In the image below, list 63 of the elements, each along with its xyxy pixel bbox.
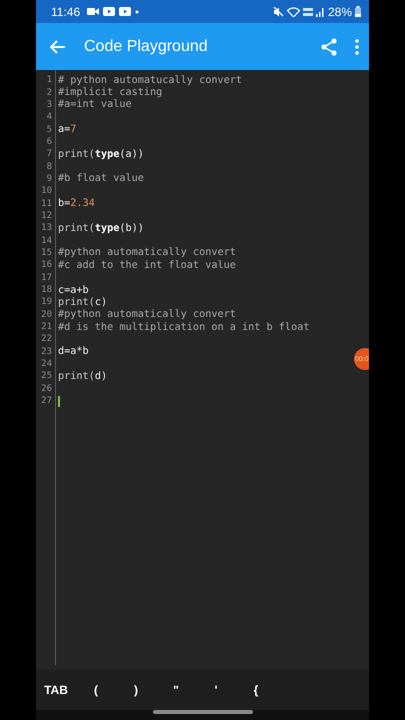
line-number: 12 <box>40 210 52 221</box>
wifi-icon <box>286 6 300 16</box>
code-line: #d is the multiplication on a int b float <box>58 322 310 333</box>
key-button[interactable]: ' <box>196 679 236 701</box>
play-icon <box>119 7 132 16</box>
line-number: 2 <box>46 88 52 98</box>
line-number: 3 <box>46 100 52 110</box>
line-number: 4 <box>46 112 52 122</box>
line-number: 22 <box>40 334 52 344</box>
line-number: 18 <box>40 285 52 296</box>
code-line: print(type(b)) <box>58 222 144 234</box>
line-number: 17 <box>40 272 52 283</box>
line-number: 20 <box>40 310 52 320</box>
code-line: #a=int value <box>58 99 132 110</box>
share-button[interactable] <box>321 38 337 56</box>
line-number: 8 <box>46 162 52 172</box>
line-number: 11 <box>40 198 52 209</box>
key-button[interactable]: TAB <box>36 679 76 701</box>
code-line: #c add to the int float value <box>58 260 236 271</box>
code-line: c=a+b <box>58 284 89 296</box>
code-line: #python automatically convert <box>58 309 236 320</box>
code-line: #python automatically convert <box>58 247 236 258</box>
status-time: 11:46 <box>51 4 80 18</box>
line-number: 27 <box>40 396 52 406</box>
back-button[interactable] <box>50 40 66 54</box>
code-line: print(type(a)) <box>58 148 144 160</box>
code-line: #implicit casting <box>58 87 162 98</box>
line-number: 24 <box>40 359 52 370</box>
dot-icon <box>135 10 140 14</box>
code-line: print(d) <box>58 370 108 382</box>
more-button[interactable] <box>355 38 359 54</box>
key-button[interactable]: " <box>156 679 196 701</box>
line-number: 7 <box>46 149 52 160</box>
line-number: 23 <box>40 346 52 357</box>
battery-icon <box>355 6 361 17</box>
line-number: 14 <box>40 236 52 246</box>
line-number: 10 <box>40 186 52 196</box>
code-line: #b float value <box>58 173 144 184</box>
play-icon <box>103 7 116 16</box>
mute-icon <box>272 6 284 16</box>
line-number: 16 <box>40 260 52 270</box>
line-number: 5 <box>46 124 52 135</box>
code-line: print(c) <box>58 296 108 308</box>
signal-icon <box>316 6 325 16</box>
line-number: 1 <box>46 75 52 86</box>
line-number: 13 <box>40 223 52 234</box>
line-number: 6 <box>46 136 52 147</box>
key-button[interactable]: ) <box>116 679 156 701</box>
code-line: d=a*b <box>58 346 89 358</box>
line-number: 19 <box>40 297 52 308</box>
line-number: 21 <box>40 322 52 332</box>
code-line: a=7 <box>58 124 76 136</box>
line-number: 26 <box>40 384 52 394</box>
key-button[interactable]: ( <box>76 679 116 701</box>
video-camera-icon <box>87 7 100 16</box>
line-number: 9 <box>46 174 52 184</box>
line-number: 25 <box>40 371 52 382</box>
code-line: b=2.34 <box>58 198 95 210</box>
code-line: # python automatucally convert <box>58 74 242 86</box>
battery-percent: 28% <box>328 4 352 18</box>
key-button[interactable]: { <box>236 679 276 701</box>
app-title: Code Playground <box>84 38 208 56</box>
line-number: 15 <box>40 248 52 258</box>
